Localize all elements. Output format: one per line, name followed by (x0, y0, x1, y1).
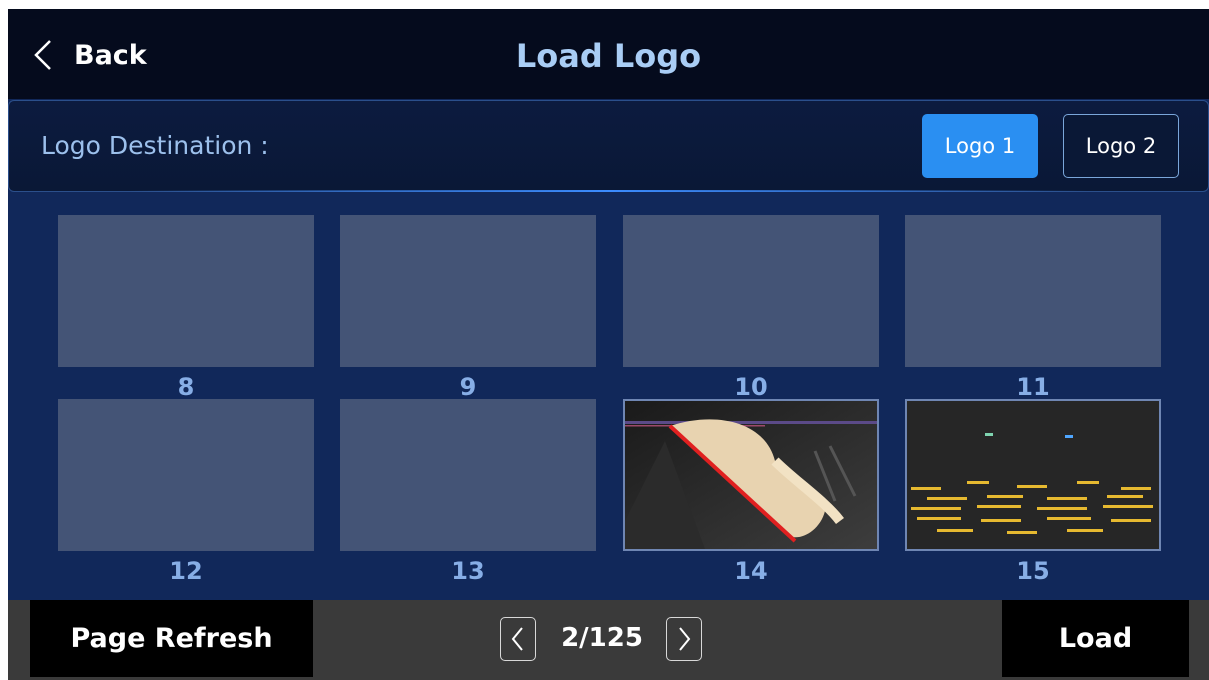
load-button[interactable]: Load (1002, 600, 1189, 677)
logo-slot-8[interactable] (58, 215, 314, 367)
chevron-left-icon (511, 627, 523, 651)
page-refresh-button[interactable]: Page Refresh (30, 600, 313, 677)
bottom-bar: Page Refresh 2/125 Load (8, 600, 1209, 680)
logo-1-button[interactable]: Logo 1 (922, 114, 1038, 178)
logo-slot-number: 8 (177, 373, 195, 401)
logo-destination-label: Logo Destination : (41, 131, 269, 160)
page-title: Load Logo (515, 37, 702, 75)
page-indicator: 2/125 (561, 623, 643, 653)
logo-thumbnail-image (625, 401, 877, 549)
logo-slot-number: 9 (459, 373, 477, 401)
logo-slot-number: 13 (451, 557, 485, 585)
logo-slot-number: 10 (734, 373, 768, 401)
prev-page-button[interactable] (500, 617, 536, 661)
chevron-right-icon (679, 627, 691, 651)
logo-slot-14[interactable] (623, 399, 879, 551)
logo-slot-10[interactable] (623, 215, 879, 367)
logo-slot-11[interactable] (905, 215, 1161, 367)
logo-slot-13[interactable] (340, 399, 596, 551)
next-page-button[interactable] (666, 617, 702, 661)
logo-destination-bar: Logo Destination : Logo 1 Logo 2 (8, 100, 1209, 192)
logo-slot-12[interactable] (58, 399, 314, 551)
logo-slot-number: 15 (1016, 557, 1050, 585)
logo-slot-9[interactable] (340, 215, 596, 367)
logo-slot-number: 12 (169, 557, 203, 585)
logo-slot-number: 14 (734, 557, 768, 585)
logo-2-button[interactable]: Logo 2 (1063, 114, 1179, 178)
load-logo-screen: Back Load Logo Logo Destination : Logo 1… (8, 9, 1209, 680)
logo-slot-number: 11 (1016, 373, 1050, 401)
logo-thumbnail-image (907, 401, 1159, 549)
header-bar: Back Load Logo (8, 9, 1209, 99)
logo-slot-15[interactable] (905, 399, 1161, 551)
